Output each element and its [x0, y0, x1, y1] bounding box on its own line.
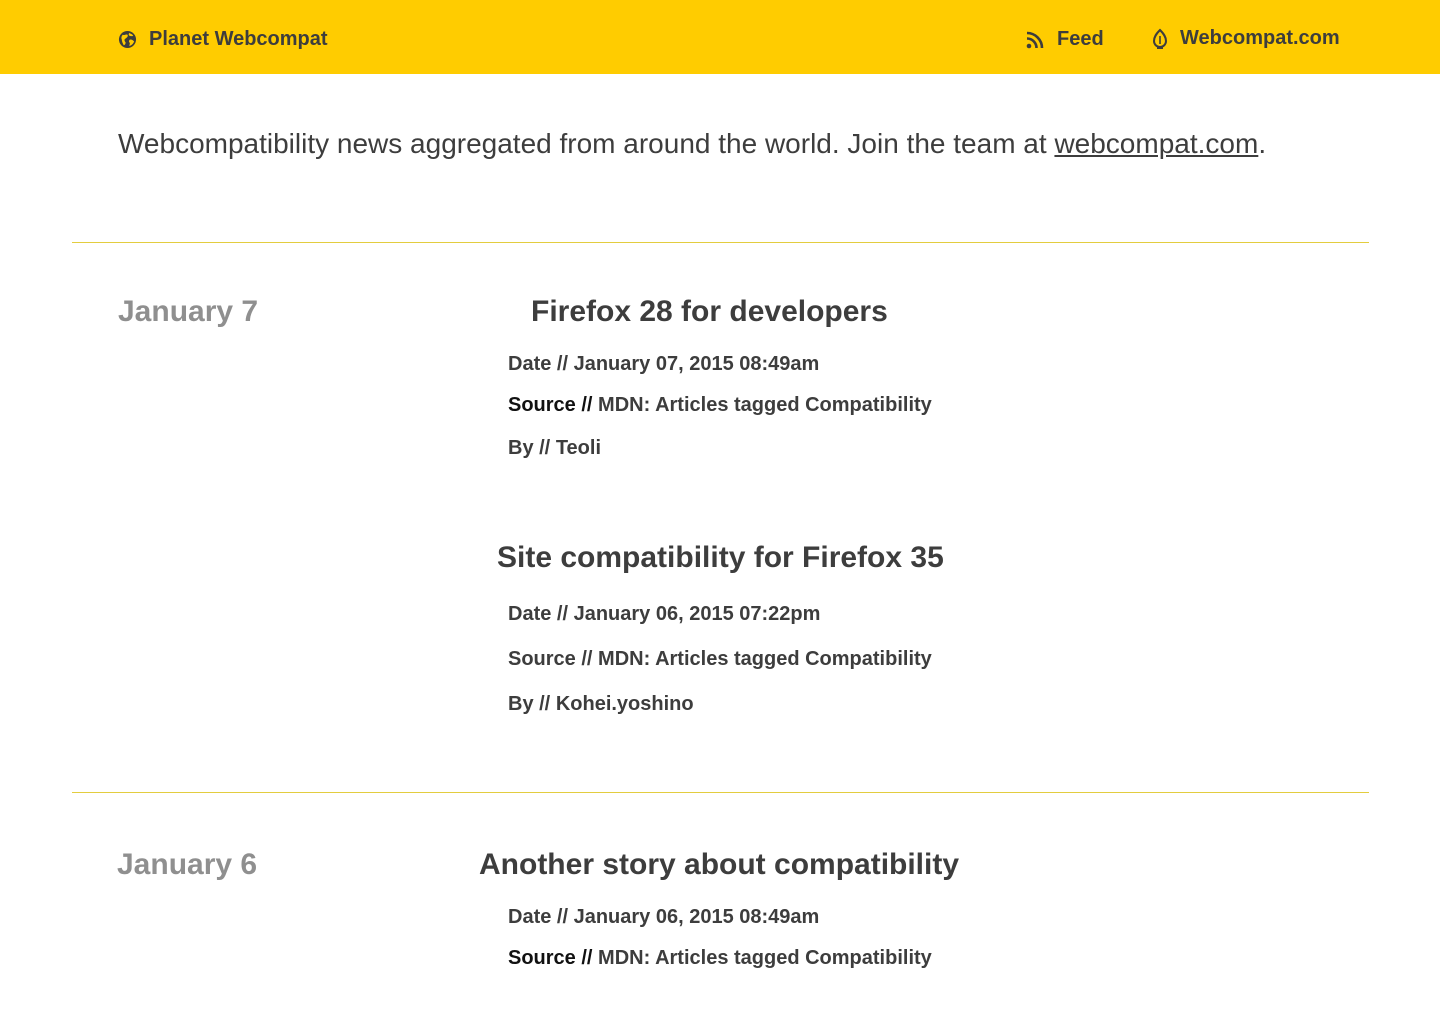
- post-source: Source // MDN: Articles tagged Compatibi…: [508, 947, 932, 970]
- post-date: Date // January 07, 2015 08:49am: [508, 353, 819, 376]
- date-key: Date //: [508, 353, 569, 375]
- post-title-link[interactable]: Site compatibility for Firefox 35: [497, 541, 944, 575]
- post-author: By // Teoli: [508, 437, 601, 460]
- date-value: January 07, 2015 08:49am: [573, 353, 820, 375]
- source-value: MDN: Articles tagged Compatibility: [598, 648, 932, 670]
- date-key: Date //: [508, 603, 569, 625]
- source-key: Source //: [508, 947, 593, 969]
- author-value: Kohei.yoshino: [555, 693, 694, 715]
- feed-link[interactable]: Feed: [1026, 28, 1104, 51]
- date-value: January 06, 2015 07:22pm: [573, 603, 821, 625]
- webcompat-link[interactable]: Webcompat.com: [1152, 27, 1340, 50]
- feed-label: Feed: [1057, 28, 1104, 50]
- source-value: MDN: Articles tagged Compatibility: [598, 947, 932, 969]
- author-value: Teoli: [555, 437, 601, 459]
- source-key: Source //: [508, 648, 593, 670]
- section-divider: [72, 242, 1369, 243]
- post-date: Date // January 06, 2015 07:22pm: [508, 603, 820, 626]
- source-value: MDN: Articles tagged Compatibility: [598, 394, 932, 416]
- day-label: January 6: [117, 848, 258, 881]
- post-source: Source // MDN: Articles tagged Compatibi…: [508, 394, 932, 417]
- post-date: Date // January 06, 2015 08:49am: [508, 906, 819, 929]
- rss-icon: [1026, 31, 1044, 48]
- post-title-link[interactable]: Firefox 28 for developers: [531, 295, 888, 329]
- webcompat-label: Webcompat.com: [1180, 27, 1340, 49]
- brand-link[interactable]: Planet Webcompat: [118, 28, 328, 51]
- section-divider: [72, 792, 1369, 793]
- post-title-link[interactable]: Another story about compatibility: [479, 848, 959, 882]
- bulb-icon: [1152, 28, 1168, 49]
- post-source: Source // MDN: Articles tagged Compatibi…: [508, 648, 932, 671]
- day-label: January 7: [118, 295, 259, 328]
- date-key: Date //: [508, 906, 569, 928]
- intro-text: Webcompatibility news aggregated from ar…: [118, 128, 1266, 160]
- post-author: By // Kohei.yoshino: [508, 693, 694, 716]
- intro-suffix: .: [1258, 128, 1267, 159]
- globe-icon: [118, 30, 137, 49]
- by-key: By //: [508, 437, 551, 459]
- top-bar: Planet Webcompat Feed Webcompat.com: [0, 0, 1440, 74]
- by-key: By //: [508, 693, 551, 715]
- source-key: Source //: [508, 394, 593, 416]
- brand-label: Planet Webcompat: [149, 28, 328, 50]
- intro-sentence: Webcompatibility news aggregated from ar…: [118, 128, 1055, 159]
- date-value: January 06, 2015 08:49am: [573, 906, 820, 928]
- intro-webcompat-link[interactable]: webcompat.com: [1054, 128, 1258, 159]
